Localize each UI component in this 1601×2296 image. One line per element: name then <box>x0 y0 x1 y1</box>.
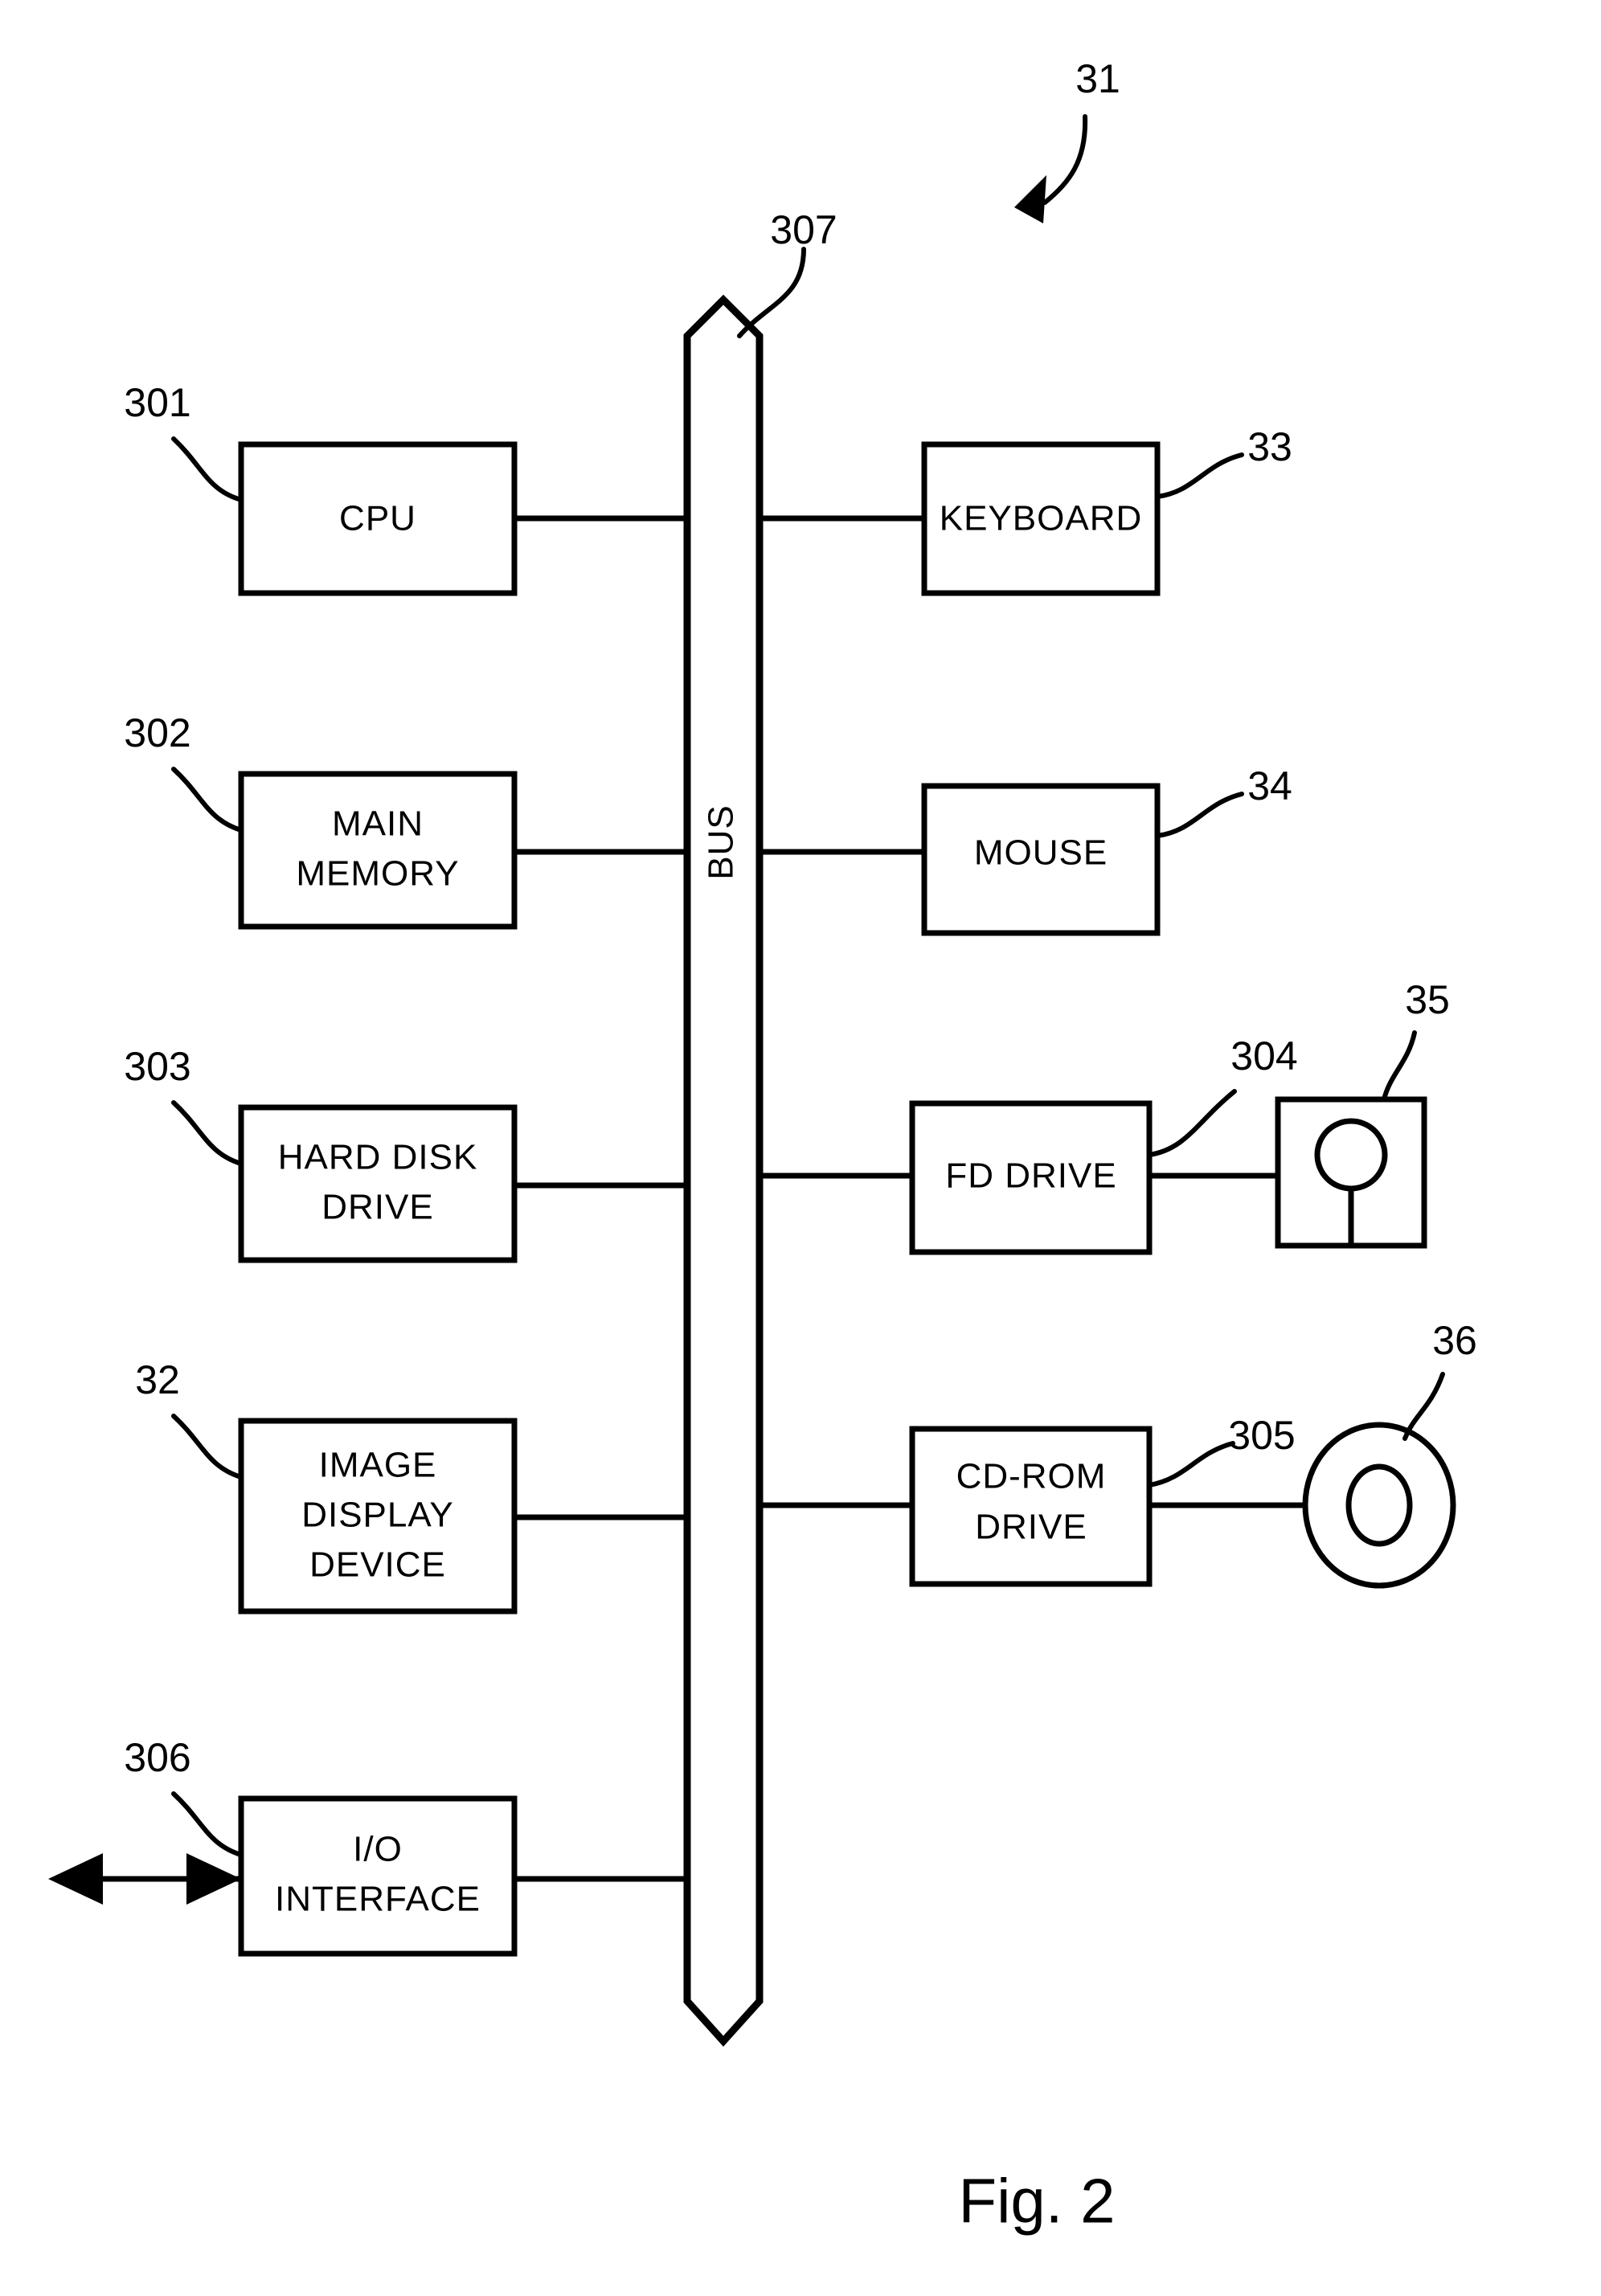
cd-disc-hole <box>1345 1463 1413 1547</box>
bus-label: BUS <box>702 804 741 879</box>
patent-figure: 31 BUS 307 CPU 301 MAIN MEMORY 302 HARD … <box>0 0 1601 2296</box>
fd-drive-label: FD DRIVE <box>945 1156 1116 1196</box>
keyboard-ref-leader <box>1155 452 1244 499</box>
ref-label-36: 36 <box>1432 1318 1477 1363</box>
node-image-display-device[interactable]: IMAGE DISPLAY DEVICE 32 <box>135 1357 690 1615</box>
ref-label-33: 33 <box>1247 424 1292 469</box>
bus-group: BUS 307 <box>683 207 837 2047</box>
image-display-device-ref-leader <box>171 1414 244 1480</box>
floppy-disk-ref-leader <box>1382 1030 1417 1102</box>
ref-label-35: 35 <box>1405 977 1450 1022</box>
hard-disk-drive-ref-leader <box>171 1100 244 1166</box>
cd-rom-drive-ref-leader <box>1147 1441 1235 1488</box>
io-interface-label-line2: INTERFACE <box>275 1880 481 1919</box>
main-memory-label-line1: MAIN <box>332 804 424 844</box>
io-interface-label-line1: I/O <box>353 1830 403 1869</box>
cd-disc-outer <box>1302 1422 1456 1589</box>
ref-label-302: 302 <box>124 710 190 755</box>
main-memory-ref-leader <box>171 767 244 833</box>
block-diagram: 31 BUS 307 CPU 301 MAIN MEMORY 302 HARD … <box>48 56 1477 2237</box>
node-fd-drive[interactable]: FD DRIVE 304 35 <box>757 977 1450 1255</box>
main-memory-box[interactable] <box>238 771 518 930</box>
bus-shape <box>683 294 764 2047</box>
node-io-interface[interactable]: I/O INTERFACE 306 <box>48 1735 690 1957</box>
hard-disk-drive-label-line1: HARD DISK <box>278 1138 478 1177</box>
keyboard-label: KEYBOARD <box>940 499 1143 538</box>
cd-rom-drive-box[interactable] <box>909 1426 1153 1587</box>
mouse-ref-leader <box>1155 792 1244 838</box>
external-io-arrow <box>48 1853 241 1905</box>
ref-label-303: 303 <box>124 1044 190 1089</box>
ref-label-307: 307 <box>770 207 837 252</box>
cpu-label: CPU <box>339 499 416 538</box>
image-display-device-label-line2: DISPLAY <box>301 1496 454 1535</box>
node-cpu[interactable]: CPU 301 <box>124 380 690 596</box>
mouse-label: MOUSE <box>974 833 1108 873</box>
fd-drive-ref-leader <box>1147 1089 1237 1157</box>
cpu-ref-leader <box>171 436 244 502</box>
image-display-device-label-line1: IMAGE <box>319 1446 437 1485</box>
hard-disk-drive-box[interactable] <box>238 1104 518 1263</box>
ref-label-306: 306 <box>124 1735 190 1780</box>
floppy-disk-icon <box>1275 1096 1427 1249</box>
system-ref-callout: 31 <box>1014 56 1120 223</box>
external-io-arrow-right-head <box>186 1853 241 1905</box>
node-hard-disk-drive[interactable]: HARD DISK DRIVE 303 <box>124 1044 690 1263</box>
hard-disk-drive-label-line2: DRIVE <box>321 1188 433 1227</box>
ref-label-304: 304 <box>1230 1033 1297 1078</box>
system-ref-arrowhead <box>1014 175 1046 223</box>
ref-label-301: 301 <box>124 380 190 425</box>
io-interface-ref-leader <box>171 1791 244 1857</box>
ref-label-305: 305 <box>1228 1413 1295 1458</box>
io-interface-box[interactable] <box>238 1795 518 1957</box>
node-main-memory[interactable]: MAIN MEMORY 302 <box>124 710 690 930</box>
main-memory-label-line2: MEMORY <box>296 854 459 894</box>
cd-rom-drive-label-line2: DRIVE <box>975 1508 1087 1547</box>
cd-rom-drive-label-line1: CD-ROM <box>956 1457 1107 1496</box>
ref-label-31: 31 <box>1075 56 1120 101</box>
ref-label-32: 32 <box>135 1357 180 1402</box>
image-display-device-label-line3: DEVICE <box>309 1545 446 1585</box>
node-mouse[interactable]: MOUSE 34 <box>757 763 1292 936</box>
cd-disc-ref-leader <box>1402 1372 1445 1441</box>
ref-label-34: 34 <box>1247 763 1292 808</box>
system-ref-leader <box>1042 114 1088 205</box>
node-cd-rom-drive[interactable]: CD-ROM DRIVE 305 36 <box>757 1318 1477 1589</box>
figure-caption: Fig. 2 <box>958 2166 1115 2237</box>
cd-disc-icon <box>1302 1422 1456 1589</box>
external-io-arrow-left-head <box>48 1853 103 1905</box>
node-keyboard[interactable]: KEYBOARD 33 <box>757 424 1292 596</box>
